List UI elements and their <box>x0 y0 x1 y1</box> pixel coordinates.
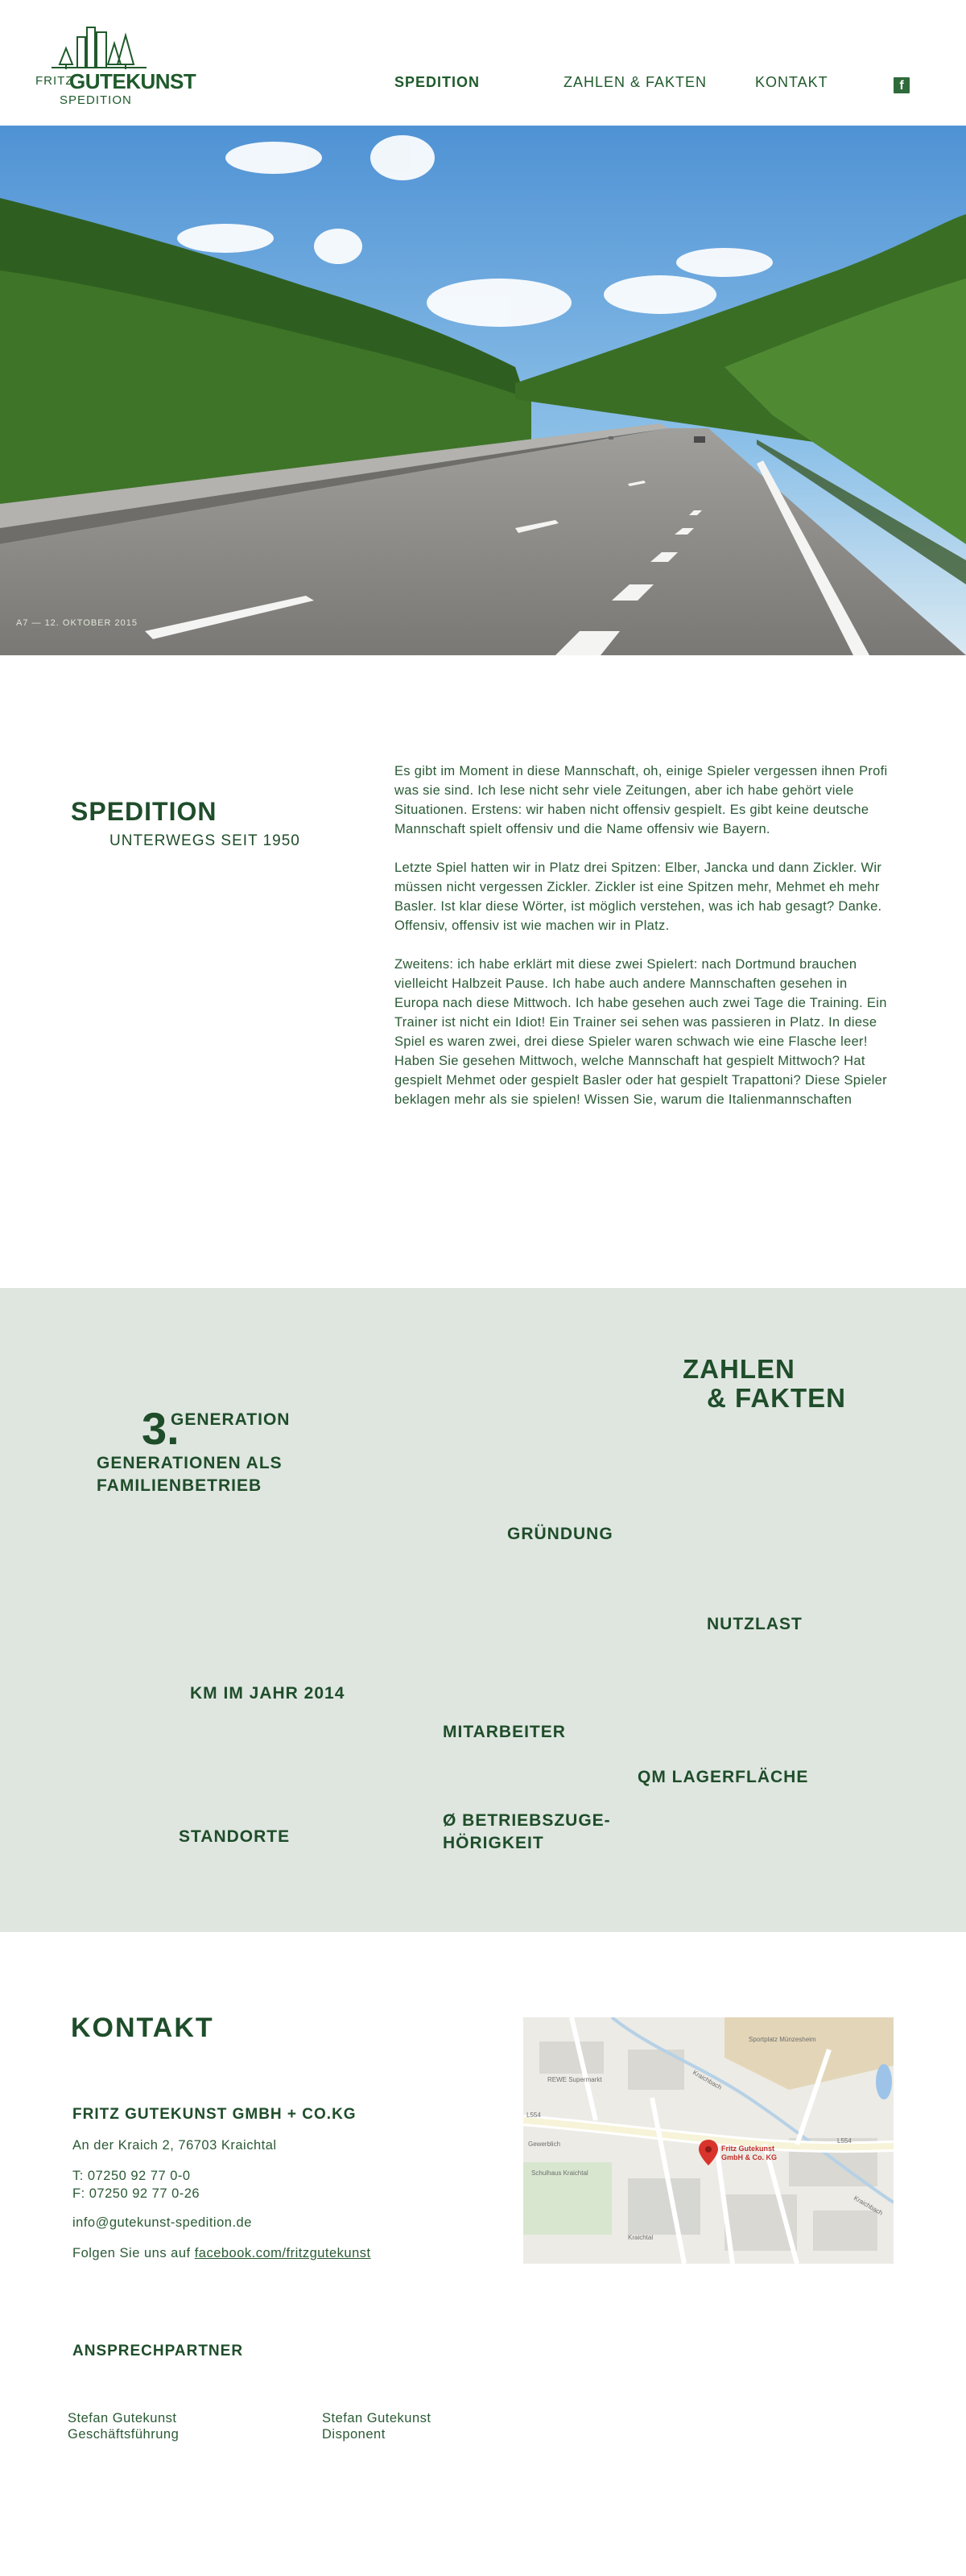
site-header: FRITZ GUTEKUNST SPEDITION SPEDITION ZAHL… <box>0 0 966 126</box>
ansprechpartner-title: ANSPRECHPARTNER <box>72 2343 244 2359</box>
contact-person-2-name: Stefan Gutekunst <box>322 2411 431 2425</box>
fact-qm-lagerflaeche: QM LAGERFLÄCHE <box>638 1768 809 1786</box>
nav-zahlen-fakten[interactable]: ZAHLEN & FAKTEN <box>564 74 707 91</box>
highway-landscape-image <box>0 126 966 655</box>
fact-standorte: STANDORTE <box>179 1827 291 1846</box>
spedition-text: Es gibt im Moment in diese Mannschaft, o… <box>394 762 894 1129</box>
spedition-paragraph-3: Zweitens: ich habe erklärt mit diese zwe… <box>394 957 887 1107</box>
fact-betriebszugehoerigkeit: Ø BETRIEBSZUGE- HÖRIGKEIT <box>443 1811 611 1852</box>
spedition-subtitle: UNTERWEGS SEIT 1950 <box>109 832 300 849</box>
contact-person-2: Stefan Gutekunst Disponent <box>322 2410 431 2442</box>
zahlen-title-line1: ZAHLEN <box>683 1354 795 1384</box>
fact-km-2014: KM IM JAHR 2014 <box>190 1684 345 1703</box>
zahlen-fakten-section: ZAHLEN & FAKTEN 3. GENERATION GENERATION… <box>0 1288 966 1932</box>
company-address: An der Kraich 2, 76703 Kraichtal <box>72 2138 277 2153</box>
map-label-l554-left: L554 <box>526 2112 541 2119</box>
contact-person-2-role: Disponent <box>322 2427 386 2442</box>
map-label-l554-right: L554 <box>837 2137 852 2145</box>
facebook-link[interactable]: facebook.com/fritzgutekunst <box>195 2246 371 2260</box>
location-map[interactable]: Fritz Gutekunst GmbH & Co. KG Sportplatz… <box>523 2017 894 2264</box>
generation-label: GENERATION <box>171 1410 291 1429</box>
familienbetrieb-label: GENERATIONEN ALS FAMILIENBETRIEB <box>97 1454 283 1495</box>
map-label-schulhaus: Schulhaus Kraichtal <box>531 2169 588 2177</box>
map-label-rewe: REWE Supermarkt <box>547 2076 602 2083</box>
hero-caption: A7 — 12. OKTOBER 2015 <box>16 618 138 628</box>
company-name: FRITZ GUTEKUNST GMBH + CO.KG <box>72 2106 357 2123</box>
kontakt-title: KONTAKT <box>71 2013 214 2043</box>
company-email-link[interactable]: info@gutekunst-spedition.de <box>72 2215 252 2231</box>
spedition-paragraph-2: Letzte Spiel hatten wir in Platz drei Sp… <box>394 861 882 933</box>
company-fax: F: 07250 92 77 0-26 <box>72 2186 200 2201</box>
fact-nutzlast: NUTZLAST <box>707 1615 803 1633</box>
map-marker-label-2: GmbH & Co. KG <box>721 2153 777 2161</box>
logo-subtitle: SPEDITION <box>60 93 132 107</box>
facebook-icon[interactable]: f <box>894 77 910 93</box>
map-label-sportplatz: Sportplatz Münzesheim <box>749 2036 816 2043</box>
logo[interactable]: FRITZ GUTEKUNST SPEDITION <box>35 24 196 108</box>
contact-person-1: Stefan Gutekunst Geschäftsführung <box>68 2410 179 2442</box>
map-graphic: Fritz Gutekunst GmbH & Co. KG Sportplatz… <box>523 2017 894 2264</box>
fact-mitarbeiter: MITARBEITER <box>443 1723 566 1741</box>
logo-fritz: FRITZ <box>35 74 74 88</box>
zahlen-title-line2: & FAKTEN <box>707 1383 846 1413</box>
nav-spedition[interactable]: SPEDITION <box>394 74 480 91</box>
nav-kontakt[interactable]: KONTAKT <box>755 74 828 91</box>
map-label-kraichtal: Kraichtal <box>628 2234 653 2241</box>
page: FRITZ GUTEKUNST SPEDITION SPEDITION ZAHL… <box>0 0 966 2576</box>
logo-name: GUTEKUNST <box>69 69 196 93</box>
map-marker-label-1: Fritz Gutekunst <box>721 2145 774 2153</box>
contact-person-1-role: Geschäftsführung <box>68 2427 180 2442</box>
contact-person-1-name: Stefan Gutekunst <box>68 2411 177 2425</box>
logo-skyline-icon <box>52 27 147 69</box>
spedition-title: SPEDITION <box>71 797 217 826</box>
spedition-paragraph-1: Es gibt im Moment in diese Mannschaft, o… <box>394 764 888 836</box>
map-label-gewerblich: Gewerblich <box>528 2140 560 2148</box>
facebook-line: Folgen Sie uns auf facebook.com/fritzgut… <box>72 2246 371 2261</box>
facebook-prefix: Folgen Sie uns auf <box>72 2246 195 2260</box>
fact-gruendung: GRÜNDUNG <box>507 1525 613 1543</box>
hero-image: A7 — 12. OKTOBER 2015 <box>0 126 966 655</box>
company-phone: T: 07250 92 77 0-0 <box>72 2169 191 2183</box>
